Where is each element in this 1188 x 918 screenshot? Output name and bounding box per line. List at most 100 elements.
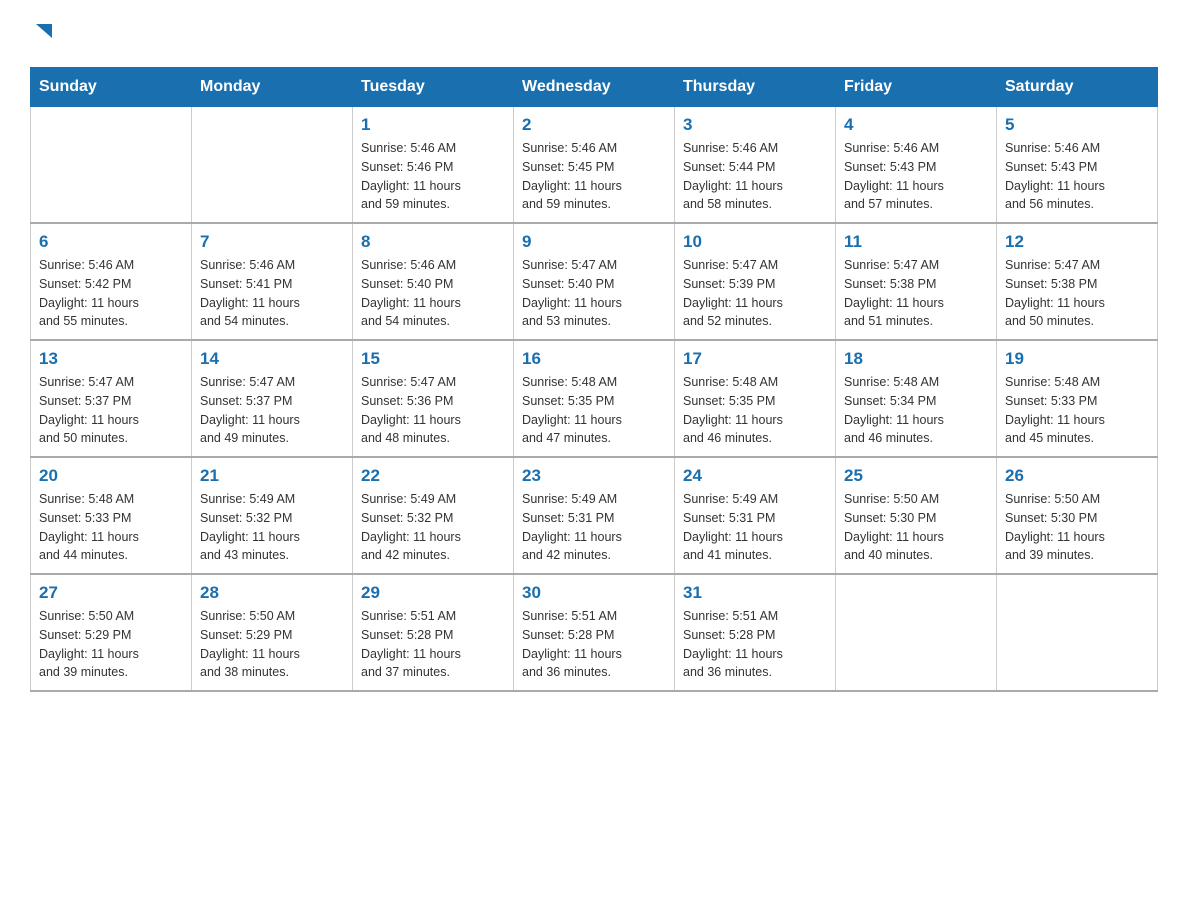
calendar-table: Sunday Monday Tuesday Wednesday Thursday…: [30, 67, 1158, 692]
day-info: Sunrise: 5:49 AM Sunset: 5:32 PM Dayligh…: [361, 490, 505, 565]
day-info: Sunrise: 5:46 AM Sunset: 5:41 PM Dayligh…: [200, 256, 344, 331]
day-info: Sunrise: 5:47 AM Sunset: 5:37 PM Dayligh…: [39, 373, 183, 448]
calendar-cell: 21 Sunrise: 5:49 AM Sunset: 5:32 PM Dayli…: [192, 457, 353, 574]
day-info: Sunrise: 5:47 AM Sunset: 5:38 PM Dayligh…: [1005, 256, 1149, 331]
day-info: Sunrise: 5:48 AM Sunset: 5:35 PM Dayligh…: [683, 373, 827, 448]
day-number: 14: [200, 349, 344, 369]
calendar-cell: 6 Sunrise: 5:46 AM Sunset: 5:42 PM Daylig…: [31, 223, 192, 340]
day-number: 12: [1005, 232, 1149, 252]
day-info: Sunrise: 5:47 AM Sunset: 5:38 PM Dayligh…: [844, 256, 988, 331]
calendar-header-row: Sunday Monday Tuesday Wednesday Thursday…: [31, 68, 1158, 107]
day-info: Sunrise: 5:47 AM Sunset: 5:37 PM Dayligh…: [200, 373, 344, 448]
day-info: Sunrise: 5:48 AM Sunset: 5:33 PM Dayligh…: [1005, 373, 1149, 448]
day-info: Sunrise: 5:49 AM Sunset: 5:31 PM Dayligh…: [522, 490, 666, 565]
day-number: 6: [39, 232, 183, 252]
calendar-cell: 9 Sunrise: 5:47 AM Sunset: 5:40 PM Daylig…: [514, 223, 675, 340]
calendar-cell: 17Sunrise: 5:48 AM Sunset: 5:35 PM Dayli…: [675, 340, 836, 457]
day-info: Sunrise: 5:47 AM Sunset: 5:40 PM Dayligh…: [522, 256, 666, 331]
calendar-cell: [836, 574, 997, 691]
day-number: 29: [361, 583, 505, 603]
calendar-cell: 7Sunrise: 5:46 AM Sunset: 5:41 PM Daylig…: [192, 223, 353, 340]
calendar-cell: 25 Sunrise: 5:50 AM Sunset: 5:30 PM Dayli…: [836, 457, 997, 574]
day-number: 8: [361, 232, 505, 252]
day-info: Sunrise: 5:50 AM Sunset: 5:29 PM Dayligh…: [39, 607, 183, 682]
day-number: 5: [1005, 115, 1149, 135]
day-number: 9: [522, 232, 666, 252]
day-info: Sunrise: 5:48 AM Sunset: 5:35 PM Dayligh…: [522, 373, 666, 448]
day-number: 4: [844, 115, 988, 135]
day-info: Sunrise: 5:46 AM Sunset: 5:40 PM Dayligh…: [361, 256, 505, 331]
calendar-cell: [31, 107, 192, 224]
day-info: Sunrise: 5:46 AM Sunset: 5:44 PM Dayligh…: [683, 139, 827, 214]
calendar-cell: 14 Sunrise: 5:47 AM Sunset: 5:37 PM Dayli…: [192, 340, 353, 457]
calendar-cell: 19 Sunrise: 5:48 AM Sunset: 5:33 PM Dayli…: [997, 340, 1158, 457]
day-number: 21: [200, 466, 344, 486]
day-number: 1: [361, 115, 505, 135]
day-info: Sunrise: 5:48 AM Sunset: 5:33 PM Dayligh…: [39, 490, 183, 565]
calendar-cell: 26 Sunrise: 5:50 AM Sunset: 5:30 PM Dayli…: [997, 457, 1158, 574]
day-info: Sunrise: 5:46 AM Sunset: 5:43 PM Dayligh…: [1005, 139, 1149, 214]
week-row-4: 20 Sunrise: 5:48 AM Sunset: 5:33 PM Dayli…: [31, 457, 1158, 574]
day-info: Sunrise: 5:46 AM Sunset: 5:46 PM Dayligh…: [361, 139, 505, 214]
day-number: 11: [844, 232, 988, 252]
header-wednesday: Wednesday: [514, 68, 675, 107]
week-row-1: 1 Sunrise: 5:46 AM Sunset: 5:46 PM Daylig…: [31, 107, 1158, 224]
day-number: 30: [522, 583, 666, 603]
week-row-5: 27 Sunrise: 5:50 AM Sunset: 5:29 PM Dayli…: [31, 574, 1158, 691]
calendar-cell: 28 Sunrise: 5:50 AM Sunset: 5:29 PM Dayli…: [192, 574, 353, 691]
calendar-cell: 30 Sunrise: 5:51 AM Sunset: 5:28 PM Dayli…: [514, 574, 675, 691]
day-info: Sunrise: 5:47 AM Sunset: 5:36 PM Dayligh…: [361, 373, 505, 448]
week-row-2: 6 Sunrise: 5:46 AM Sunset: 5:42 PM Daylig…: [31, 223, 1158, 340]
day-number: 27: [39, 583, 183, 603]
calendar-cell: 5 Sunrise: 5:46 AM Sunset: 5:43 PM Daylig…: [997, 107, 1158, 224]
day-number: 10: [683, 232, 827, 252]
calendar-cell: 27 Sunrise: 5:50 AM Sunset: 5:29 PM Dayli…: [31, 574, 192, 691]
calendar-cell: 10 Sunrise: 5:47 AM Sunset: 5:39 PM Dayli…: [675, 223, 836, 340]
header-friday: Friday: [836, 68, 997, 107]
day-info: Sunrise: 5:49 AM Sunset: 5:32 PM Dayligh…: [200, 490, 344, 565]
calendar-cell: 16Sunrise: 5:48 AM Sunset: 5:35 PM Dayli…: [514, 340, 675, 457]
page-header: [30, 20, 1158, 47]
day-number: 25: [844, 466, 988, 486]
day-number: 24: [683, 466, 827, 486]
calendar-cell: 11 Sunrise: 5:47 AM Sunset: 5:38 PM Dayli…: [836, 223, 997, 340]
day-info: Sunrise: 5:51 AM Sunset: 5:28 PM Dayligh…: [522, 607, 666, 682]
calendar-cell: 13 Sunrise: 5:47 AM Sunset: 5:37 PM Dayli…: [31, 340, 192, 457]
day-number: 13: [39, 349, 183, 369]
calendar-cell: 29 Sunrise: 5:51 AM Sunset: 5:28 PM Dayli…: [353, 574, 514, 691]
calendar-cell: 18Sunrise: 5:48 AM Sunset: 5:34 PM Dayli…: [836, 340, 997, 457]
calendar-cell: 22Sunrise: 5:49 AM Sunset: 5:32 PM Dayli…: [353, 457, 514, 574]
day-number: 23: [522, 466, 666, 486]
calendar-cell: 24Sunrise: 5:49 AM Sunset: 5:31 PM Dayli…: [675, 457, 836, 574]
header-tuesday: Tuesday: [353, 68, 514, 107]
header-sunday: Sunday: [31, 68, 192, 107]
day-info: Sunrise: 5:48 AM Sunset: 5:34 PM Dayligh…: [844, 373, 988, 448]
week-row-3: 13 Sunrise: 5:47 AM Sunset: 5:37 PM Dayli…: [31, 340, 1158, 457]
day-info: Sunrise: 5:47 AM Sunset: 5:39 PM Dayligh…: [683, 256, 827, 331]
day-number: 28: [200, 583, 344, 603]
calendar-cell: [192, 107, 353, 224]
day-number: 3: [683, 115, 827, 135]
day-number: 19: [1005, 349, 1149, 369]
calendar-cell: 1 Sunrise: 5:46 AM Sunset: 5:46 PM Daylig…: [353, 107, 514, 224]
day-info: Sunrise: 5:50 AM Sunset: 5:30 PM Dayligh…: [1005, 490, 1149, 565]
day-number: 15: [361, 349, 505, 369]
calendar-cell: 12 Sunrise: 5:47 AM Sunset: 5:38 PM Dayli…: [997, 223, 1158, 340]
day-info: Sunrise: 5:50 AM Sunset: 5:30 PM Dayligh…: [844, 490, 988, 565]
calendar-cell: 2 Sunrise: 5:46 AM Sunset: 5:45 PM Daylig…: [514, 107, 675, 224]
calendar-cell: 8 Sunrise: 5:46 AM Sunset: 5:40 PM Daylig…: [353, 223, 514, 340]
header-monday: Monday: [192, 68, 353, 107]
calendar-cell: 20 Sunrise: 5:48 AM Sunset: 5:33 PM Dayli…: [31, 457, 192, 574]
day-info: Sunrise: 5:50 AM Sunset: 5:29 PM Dayligh…: [200, 607, 344, 682]
day-info: Sunrise: 5:46 AM Sunset: 5:42 PM Dayligh…: [39, 256, 183, 331]
header-thursday: Thursday: [675, 68, 836, 107]
day-info: Sunrise: 5:51 AM Sunset: 5:28 PM Dayligh…: [361, 607, 505, 682]
day-info: Sunrise: 5:46 AM Sunset: 5:43 PM Dayligh…: [844, 139, 988, 214]
day-number: 26: [1005, 466, 1149, 486]
day-number: 20: [39, 466, 183, 486]
day-info: Sunrise: 5:51 AM Sunset: 5:28 PM Dayligh…: [683, 607, 827, 682]
day-info: Sunrise: 5:46 AM Sunset: 5:45 PM Dayligh…: [522, 139, 666, 214]
calendar-cell: 4 Sunrise: 5:46 AM Sunset: 5:43 PM Daylig…: [836, 107, 997, 224]
day-number: 2: [522, 115, 666, 135]
calendar-cell: [997, 574, 1158, 691]
